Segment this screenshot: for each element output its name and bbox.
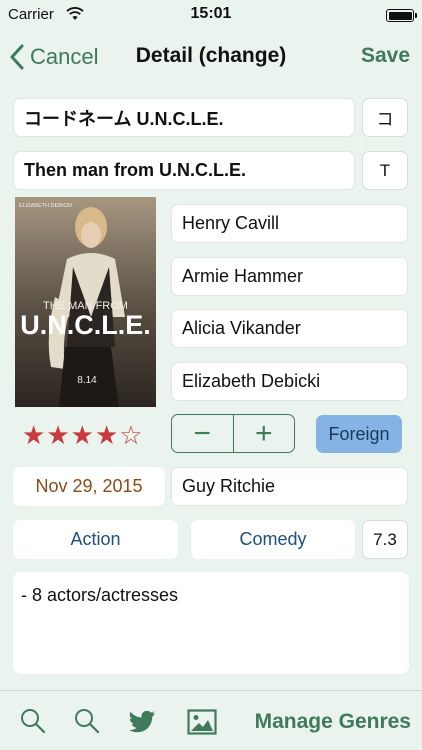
bottom-toolbar: Manage Genres [0,690,422,750]
battery-icon [386,9,417,22]
star-filled-icon[interactable]: ★ [46,420,69,451]
notes-textarea[interactable]: - 8 actors/actresses [13,572,409,674]
poster-date: 8.14 [77,375,97,386]
navigation-bar: Cancel Detail (change) Save [0,30,422,86]
cast-field-2[interactable]: Armie Hammer [171,257,408,296]
foreign-toggle-button[interactable]: Foreign [316,415,402,453]
manage-genres-button[interactable]: Manage Genres [255,710,411,734]
status-bar: Carrier 15:01 [0,0,422,30]
page-title: Detail (change) [135,44,287,67]
save-button[interactable]: Save [361,44,410,68]
star-filled-icon[interactable]: ★ [71,420,94,451]
star-rating[interactable]: ★ ★ ★ ★ ☆ [22,420,143,451]
decrement-button[interactable]: − [172,415,233,452]
star-filled-icon[interactable]: ★ [95,420,118,451]
cast-field-4[interactable]: Elizabeth Debicki [171,362,408,401]
search-icon[interactable] [74,708,100,739]
score-field[interactable]: 7.3 [362,520,408,559]
english-title-input[interactable]: Then man from U.N.C.L.E. [13,151,355,190]
genre-button-comedy[interactable]: Comedy [191,520,355,559]
movie-poster[interactable]: ELIZABETH DEBICKI THE MAN FROM U.N.C.L.E… [15,197,156,407]
star-empty-icon[interactable]: ☆ [119,420,142,451]
poster-title-line2: U.N.C.L.E. [20,310,151,340]
image-icon[interactable] [187,709,217,740]
japanese-title-input[interactable]: コードネーム U.N.C.L.E. [13,98,355,137]
japanese-initial-button[interactable]: コ [362,98,408,137]
increment-button[interactable]: + [232,415,295,452]
watched-date-button[interactable]: Nov 29, 2015 [13,467,165,506]
cast-field-1[interactable]: Henry Cavill [171,204,408,243]
cast-field-3[interactable]: Alicia Vikander [171,309,408,348]
search-icon[interactable] [20,708,46,739]
genre-button-action[interactable]: Action [13,520,178,559]
status-time: 15:01 [190,5,232,22]
director-field[interactable]: Guy Ritchie [171,467,408,506]
star-filled-icon[interactable]: ★ [22,420,45,451]
twitter-icon[interactable] [128,710,156,738]
rating-stepper[interactable]: − + [171,414,295,453]
poster-top-name: ELIZABETH DEBICKI [19,203,73,209]
english-initial-button[interactable]: T [362,151,408,190]
